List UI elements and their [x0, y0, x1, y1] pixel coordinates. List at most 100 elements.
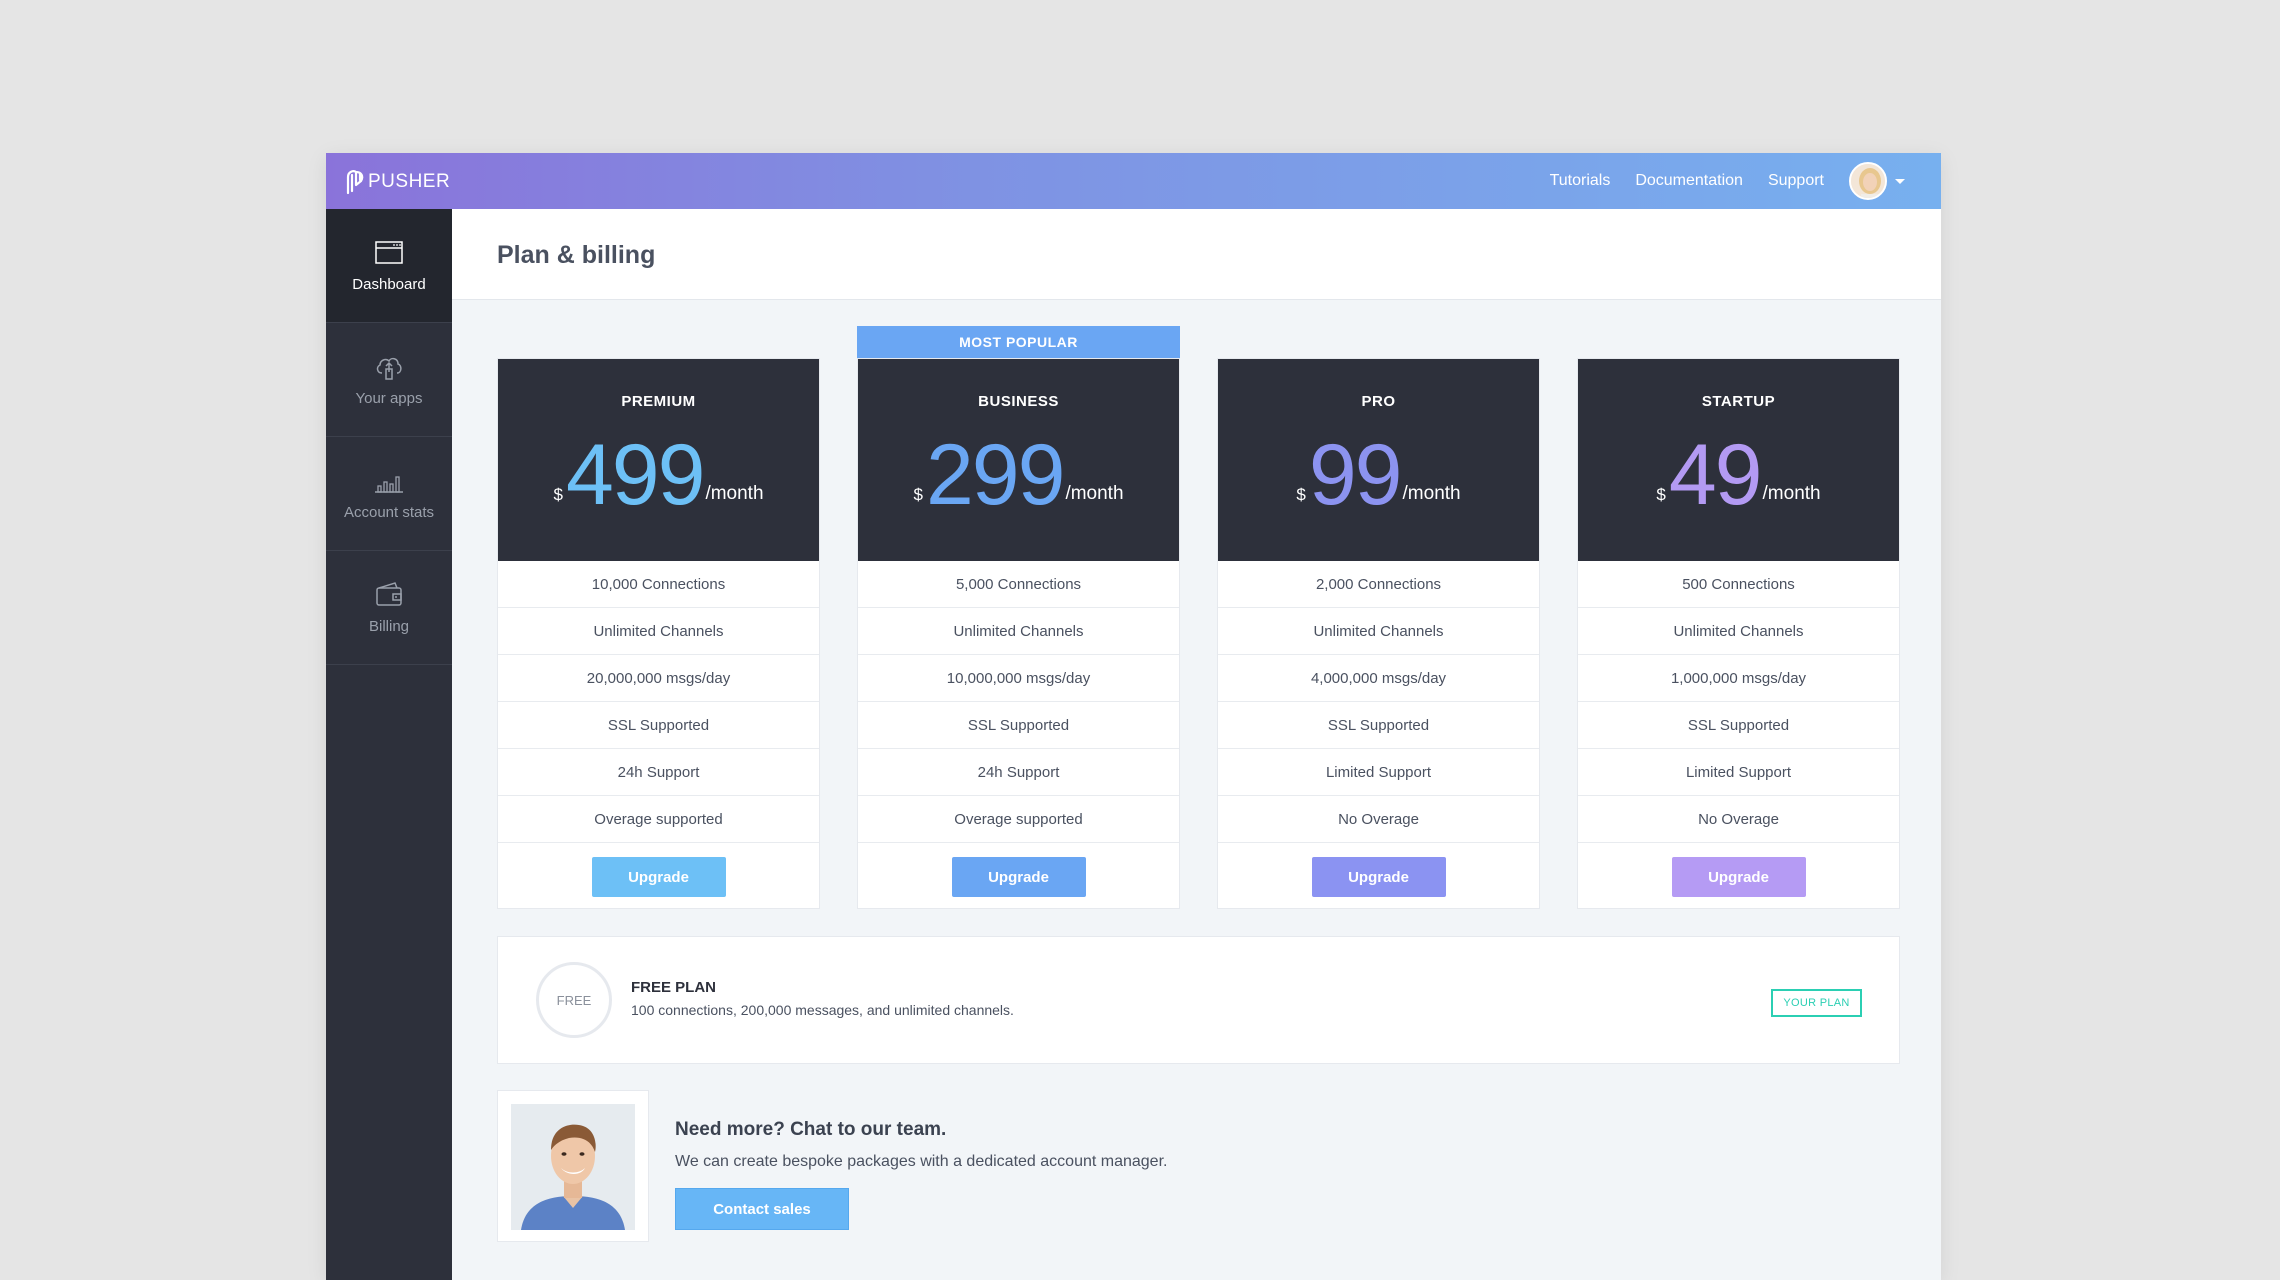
plan-feature: 2,000 Connections — [1218, 561, 1539, 608]
upgrade-startup-button[interactable]: Upgrade — [1671, 857, 1806, 897]
plan-price: $ 49 /month — [1578, 427, 1899, 523]
plan-feature: SSL Supported — [1218, 702, 1539, 749]
page-header: Plan & billing — [452, 209, 1941, 300]
upgrade-row: Upgrade — [1578, 843, 1899, 911]
plan-name: BUSINESS — [978, 393, 1059, 410]
plan-price: $ 99 /month — [1218, 427, 1539, 523]
price-period: /month — [1402, 483, 1461, 504]
plan-header: STARTUP $ 49 /month — [1578, 359, 1899, 561]
wallet-icon — [376, 582, 402, 606]
price-amount: 499 — [565, 427, 705, 523]
price-period: /month — [1065, 483, 1124, 504]
plan-feature: Unlimited Channels — [1578, 608, 1899, 655]
user-avatar-icon — [1851, 164, 1885, 198]
top-nav: Tutorials Documentation Support — [1525, 153, 1905, 209]
plan-card-pro: PRO $ 99 /month 2,000 Connections Unlimi… — [1217, 358, 1540, 909]
app-window: PUSHER Tutorials Documentation Support D… — [326, 153, 1941, 1280]
price-amount: 99 — [1308, 427, 1403, 523]
sidebar-item-label: Dashboard — [352, 276, 426, 293]
account-manager-photo — [497, 1090, 649, 1242]
sidebar-item-your-apps[interactable]: Your apps — [326, 323, 452, 437]
upgrade-row: Upgrade — [498, 843, 819, 911]
plan-name: STARTUP — [1701, 393, 1776, 410]
plan-feature: SSL Supported — [858, 702, 1179, 749]
plan-feature: Unlimited Channels — [1218, 608, 1539, 655]
contact-description: We can create bespoke packages with a de… — [675, 1153, 1168, 1170]
top-bar: PUSHER Tutorials Documentation Support — [326, 153, 1941, 209]
brand-name: PUSHER — [368, 171, 451, 192]
plan-feature: 20,000,000 msgs/day — [498, 655, 819, 702]
price-period: /month — [705, 483, 764, 504]
contact-title: Need more? Chat to our team. — [675, 1119, 947, 1140]
free-plan-panel: FREE FREE PLAN 100 connections, 200,000 … — [497, 936, 1900, 1064]
plan-feature: Unlimited Channels — [858, 608, 1179, 655]
bar-chart-icon — [375, 476, 403, 493]
person-photo-icon — [511, 1104, 635, 1230]
plan-feature: Limited Support — [1578, 749, 1899, 796]
sidebar-item-billing[interactable]: Billing — [326, 551, 452, 665]
price-period: /month — [1762, 483, 1821, 504]
upgrade-row: Upgrade — [858, 843, 1179, 911]
avatar — [1849, 162, 1887, 200]
price-currency: $ — [913, 485, 923, 504]
page-title: Plan & billing — [497, 241, 656, 269]
sidebar-item-label: Billing — [368, 618, 410, 635]
plan-feature: No Overage — [1218, 796, 1539, 843]
upgrade-pro-button[interactable]: Upgrade — [1311, 857, 1446, 897]
plan-price: $ 499 /month — [498, 427, 819, 523]
plan-feature: No Overage — [1578, 796, 1899, 843]
price-currency: $ — [553, 485, 563, 504]
plan-feature: SSL Supported — [1578, 702, 1899, 749]
free-badge: FREE — [536, 962, 612, 1038]
free-plan-description: 100 connections, 200,000 messages, and u… — [631, 1002, 1014, 1018]
plan-card-business: BUSINESS $ 299 /month 5,000 Connections … — [857, 358, 1180, 909]
contact-sales-button[interactable]: Contact sales — [675, 1188, 849, 1230]
plan-feature: 1,000,000 msgs/day — [1578, 655, 1899, 702]
user-menu[interactable] — [1849, 162, 1905, 200]
upgrade-premium-button[interactable]: Upgrade — [591, 857, 726, 897]
sidebar-item-label: Your apps — [355, 390, 423, 407]
plan-price: $ 299 /month — [858, 427, 1179, 523]
price-currency: $ — [1296, 485, 1306, 504]
plan-feature: Unlimited Channels — [498, 608, 819, 655]
plan-feature: 4,000,000 msgs/day — [1218, 655, 1539, 702]
sidebar-item-account-stats[interactable]: Account stats — [326, 437, 452, 551]
upgrade-row: Upgrade — [1218, 843, 1539, 911]
window-icon — [375, 241, 403, 264]
pusher-logo[interactable]: PUSHER — [344, 169, 450, 195]
plan-header: PREMIUM $ 499 /month — [498, 359, 819, 561]
plan-feature: 10,000 Connections — [498, 561, 819, 608]
plan-name: PRO — [1361, 393, 1396, 410]
main-content: Plan & billing MOST POPULAR PREMIUM $ 49… — [452, 209, 1941, 1280]
free-plan-title: FREE PLAN — [631, 979, 717, 996]
nav-link-documentation[interactable]: Documentation — [1635, 172, 1743, 190]
chevron-down-icon — [1895, 178, 1905, 184]
cloud-upload-icon — [376, 357, 402, 380]
upgrade-business-button[interactable]: Upgrade — [951, 857, 1086, 897]
plan-name: PREMIUM — [621, 393, 696, 410]
nav-link-tutorials[interactable]: Tutorials — [1550, 172, 1611, 190]
pusher-logo-icon — [346, 170, 364, 195]
plan-header: PRO $ 99 /month — [1218, 359, 1539, 561]
plan-feature: Overage supported — [498, 796, 819, 843]
plan-feature: 24h Support — [858, 749, 1179, 796]
plan-feature: Limited Support — [1218, 749, 1539, 796]
plan-card-startup: STARTUP $ 49 /month 500 Connections Unli… — [1577, 358, 1900, 909]
sidebar: Dashboard Your apps Account stats Billin… — [326, 209, 452, 1280]
nav-link-support[interactable]: Support — [1768, 172, 1824, 190]
your-plan-badge: YOUR PLAN — [1771, 989, 1862, 1017]
plan-feature: SSL Supported — [498, 702, 819, 749]
plan-feature: 500 Connections — [1578, 561, 1899, 608]
plan-card-premium: PREMIUM $ 499 /month 10,000 Connections … — [497, 358, 820, 909]
plan-header: BUSINESS $ 299 /month — [858, 359, 1179, 561]
sidebar-item-dashboard[interactable]: Dashboard — [326, 209, 452, 323]
plan-feature: 24h Support — [498, 749, 819, 796]
price-amount: 299 — [925, 427, 1065, 523]
most-popular-ribbon: MOST POPULAR — [857, 326, 1180, 358]
price-amount: 49 — [1668, 427, 1763, 523]
plan-feature: 5,000 Connections — [858, 561, 1179, 608]
contact-section: Need more? Chat to our team. We can crea… — [497, 1090, 1797, 1242]
price-currency: $ — [1656, 485, 1666, 504]
plan-feature: 10,000,000 msgs/day — [858, 655, 1179, 702]
plan-feature: Overage supported — [858, 796, 1179, 843]
